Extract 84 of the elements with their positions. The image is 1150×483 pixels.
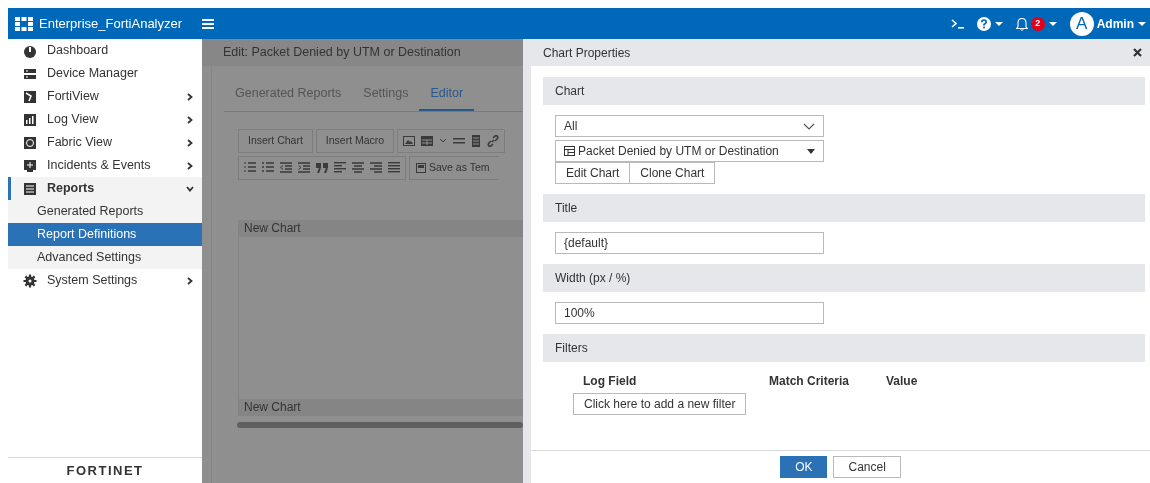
chevron-right-icon — [186, 138, 194, 147]
text-input[interactable]: {default} — [555, 232, 824, 254]
chevron-down-icon — [803, 122, 815, 130]
sidebar-item[interactable]: Device Manager — [8, 62, 202, 85]
chart-dropdown[interactable]: Packet Denied by UTM or Destination — [555, 140, 824, 162]
app-name: Enterprise_FortiAnalyzer — [39, 14, 183, 33]
align-left-icon[interactable] — [334, 162, 346, 174]
quote-icon[interactable] — [316, 162, 328, 173]
toolbar-button[interactable]: Insert Chart — [238, 128, 313, 153]
user-name: Admin — [1096, 15, 1134, 33]
outdent-icon[interactable] — [280, 162, 292, 174]
notification-count: 2 — [1030, 16, 1045, 31]
page-break-icon[interactable] — [471, 134, 482, 147]
align-center-icon[interactable] — [352, 162, 364, 174]
toolbar-button[interactable]: Insert Macro — [315, 128, 395, 153]
chevron-right-icon — [186, 115, 194, 124]
save-icon — [416, 162, 426, 173]
image-icon[interactable] — [403, 135, 416, 146]
chart-block-header: New Chart — [239, 219, 523, 237]
scrollbar[interactable] — [237, 421, 523, 428]
column-header: Log Field — [583, 373, 638, 390]
chart-block-header: New Chart — [239, 398, 523, 416]
terminal-icon[interactable] — [950, 18, 965, 29]
numbered-list-icon[interactable] — [244, 162, 256, 174]
bar-chart-icon — [23, 112, 37, 127]
disc-icon — [23, 135, 37, 150]
sidebar-item[interactable]: Log View — [8, 108, 202, 131]
sidebar-item[interactable]: FortiView — [8, 85, 202, 108]
chevron-right-icon — [186, 92, 194, 101]
bell-icon — [1015, 16, 1028, 31]
sidebar-subitem[interactable]: Generated Reports — [8, 200, 202, 223]
table-icon — [564, 146, 575, 156]
close-icon[interactable] — [1133, 48, 1142, 57]
chart-button[interactable]: Clone Chart — [630, 162, 716, 184]
caret-icon[interactable] — [439, 137, 448, 144]
menu-icon[interactable] — [202, 18, 214, 29]
table-icon[interactable] — [421, 135, 434, 146]
align-right-icon[interactable] — [370, 162, 382, 174]
help-icon — [976, 16, 991, 31]
section-heading: Chart — [543, 77, 1145, 105]
chevron-right-icon — [186, 276, 194, 285]
server-icon — [23, 66, 37, 81]
text-input[interactable]: 100% — [555, 302, 824, 324]
page-title: Edit: Packet Denied by UTM or Destination — [202, 39, 523, 66]
sidebar-item[interactable]: System Settings — [8, 269, 202, 292]
column-header: Match Criteria — [769, 373, 851, 390]
category-dropdown[interactable]: All — [555, 115, 824, 137]
list-icon — [23, 181, 37, 196]
cancel-button[interactable]: Cancel — [833, 456, 901, 478]
add-filter-button[interactable]: Click here to add a new filter — [573, 393, 747, 415]
map-icon — [23, 89, 37, 104]
column-header: Value — [886, 373, 919, 390]
link-icon[interactable] — [487, 134, 500, 147]
save-template-button[interactable]: Save as Tem — [409, 155, 499, 180]
caret-icon — [1047, 19, 1058, 28]
indent-icon[interactable] — [298, 162, 310, 174]
caret-icon — [993, 19, 1004, 28]
caret-icon — [1137, 19, 1147, 28]
sidebar-item[interactable]: Incidents & Events — [8, 154, 202, 177]
sidebar-item[interactable]: Dashboard — [8, 39, 202, 62]
monitor-icon — [23, 158, 37, 173]
sidebar-subitem[interactable]: Advanced Settings — [8, 246, 202, 269]
chevron-right-icon — [186, 161, 194, 170]
horizontal-rule-icon[interactable] — [453, 137, 466, 144]
justify-icon[interactable] — [388, 162, 400, 174]
chevron-down-icon — [186, 184, 194, 193]
bullet-list-icon[interactable] — [262, 162, 274, 174]
notifications-button[interactable]: 2 — [1015, 16, 1058, 31]
sidebar-item[interactable]: Fabric View — [8, 131, 202, 154]
caret-icon — [807, 148, 815, 154]
ok-button[interactable]: OK — [780, 456, 828, 478]
help-button[interactable] — [976, 16, 1004, 31]
sidebar-item[interactable]: Reports — [8, 177, 202, 200]
settings-icon — [23, 273, 37, 288]
section-heading: Title — [543, 194, 1145, 222]
avatar: A — [1069, 11, 1094, 36]
chart-button[interactable]: Edit Chart — [555, 162, 631, 184]
panel-title: Chart Properties — [543, 44, 631, 62]
section-heading: Filters — [543, 334, 1145, 362]
sidebar-subitem[interactable]: Report Definitions — [8, 223, 202, 246]
dashboard-icon — [23, 43, 37, 58]
user-menu[interactable]: A Admin — [1069, 11, 1147, 36]
section-heading: Width (px / %) — [543, 264, 1145, 292]
logo-icon — [15, 16, 33, 31]
